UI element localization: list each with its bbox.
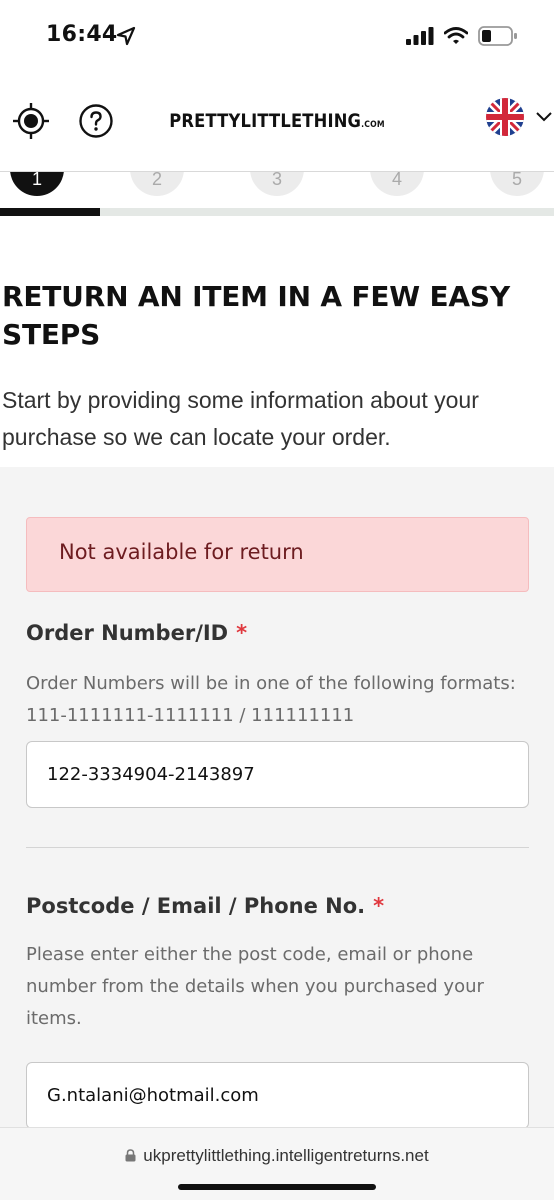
uk-flag-icon[interactable] — [486, 98, 524, 136]
contact-label-text: Postcode / Email / Phone No. — [26, 894, 366, 918]
order-number-input[interactable] — [26, 741, 529, 808]
required-mark: * — [373, 894, 385, 918]
order-number-help: Order Numbers will be in one of the foll… — [26, 673, 516, 726]
page-description: Start by providing some information abou… — [2, 387, 479, 450]
field-divider — [26, 847, 529, 848]
progress-track — [0, 208, 554, 216]
status-time: 16:44 — [46, 22, 118, 47]
order-number-label: Order Number/ID * — [26, 621, 247, 645]
location-arrow-icon — [116, 26, 136, 46]
url-text: ukprettylittlething.intelligentreturns.n… — [143, 1146, 429, 1165]
wifi-icon — [444, 27, 468, 44]
progress-fill — [0, 208, 100, 216]
step-3: 3 — [250, 172, 304, 196]
brand-suffix: .COM — [361, 120, 385, 130]
chevron-down-icon[interactable] — [536, 112, 552, 122]
step-4: 4 — [370, 172, 424, 196]
url-display[interactable]: ukprettylittlething.intelligentreturns.n… — [0, 1146, 554, 1166]
home-indicator[interactable] — [178, 1184, 376, 1190]
contact-help: Please enter either the post code, email… — [26, 944, 484, 1029]
contact-label: Postcode / Email / Phone No. * — [26, 894, 384, 918]
status-bar: 16:44 — [0, 0, 554, 74]
battery-icon — [478, 26, 517, 46]
return-steps-progress: 1 2 3 4 5 — [0, 172, 554, 218]
status-icons — [406, 26, 518, 46]
return-lookup-form: Not available for return Order Number/ID… — [0, 467, 554, 1129]
required-mark: * — [236, 621, 248, 645]
cellular-signal-icon — [406, 27, 434, 45]
brand-logo[interactable]: PRETTYLITTLETHING.COM — [39, 110, 515, 132]
lock-icon — [125, 1149, 136, 1162]
brand-name: PRETTYLITTLETHING — [169, 110, 362, 132]
contact-input[interactable] — [26, 1062, 529, 1129]
step-5: 5 — [490, 172, 544, 196]
browser-address-bar[interactable]: ukprettylittlething.intelligentreturns.n… — [0, 1127, 554, 1200]
error-alert: Not available for return — [26, 517, 529, 592]
step-2: 2 — [130, 172, 184, 196]
page-title: RETURN AN ITEM IN A FEW EASY STEPS — [2, 280, 510, 351]
step-1: 1 — [10, 172, 64, 196]
site-header: PRETTYLITTLETHING.COM — [0, 74, 554, 172]
order-number-label-text: Order Number/ID — [26, 621, 229, 645]
error-alert-text: Not available for return — [59, 540, 304, 564]
